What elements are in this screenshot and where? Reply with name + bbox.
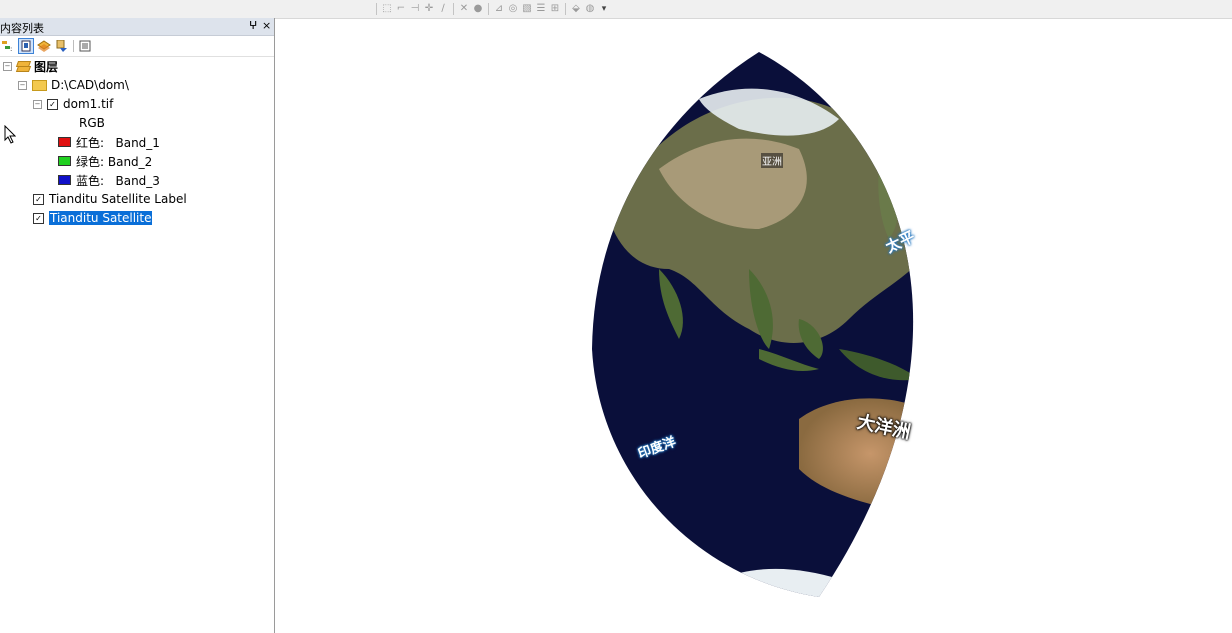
validate-icon[interactable]: ▧ <box>521 3 533 15</box>
list-by-selection-icon[interactable] <box>54 38 70 54</box>
snapping-icon[interactable]: ⬙ <box>570 3 582 15</box>
toolbar-separator <box>376 3 377 15</box>
attributes-icon[interactable]: ✕ <box>458 3 470 15</box>
tree-layer-satellite-label[interactable]: ✓ Tianditu Satellite Label <box>33 190 187 208</box>
layer-label: dom1.tif <box>63 97 114 111</box>
tree-root-layers[interactable]: − 图层 <box>3 57 58 75</box>
tree-layer-satellite[interactable]: ✓ Tianditu Satellite <box>33 209 153 227</box>
create-features-icon[interactable]: ⊿ <box>493 3 505 15</box>
layers-icon <box>17 61 29 71</box>
panel-title: 内容列表 <box>0 22 44 35</box>
table-of-contents-panel: 内容列表 ⵖ × : − 图层 − D:\CAD\dom\ − ✓ dom1.t… <box>0 18 275 633</box>
legend-composite: RGB <box>79 114 105 132</box>
map-view[interactable]: 亚洲 太平 印度洋 大洋洲 <box>279 19 1232 633</box>
toolbar-separator <box>453 3 454 15</box>
mouse-cursor-icon <box>4 125 16 144</box>
top-toolbar: ⬚ ⌐ ⊣ ✛ ∕ ✕ ● ⊿ ◎ ▧ ☰ ⊞ ⬙ ◍ ▾ <box>0 0 1232 19</box>
reshape-icon[interactable]: ⌐ <box>395 3 407 15</box>
table-icon[interactable]: ☰ <box>535 3 547 15</box>
folder-label: D:\CAD\dom\ <box>51 78 129 92</box>
blue-swatch <box>58 175 71 185</box>
legend-band-blue: 蓝色: Band_3 <box>58 171 160 189</box>
collapse-icon[interactable]: − <box>18 80 27 90</box>
close-icon[interactable]: × <box>262 19 271 32</box>
toolbar-separator <box>73 40 74 52</box>
layer-visibility-checkbox[interactable]: ✓ <box>33 193 44 205</box>
folder-icon <box>32 79 47 91</box>
options-icon[interactable]: ◍ <box>584 3 596 15</box>
tree-folder-item[interactable]: − D:\CAD\dom\ <box>18 76 129 94</box>
legend-band-red: 红色: Band_1 <box>58 133 160 151</box>
red-swatch <box>58 137 71 147</box>
band-label: 红色: Band_1 <box>76 135 160 150</box>
toc-toolbar: : <box>0 36 274 57</box>
svg-text::: : <box>10 45 12 52</box>
satellite-globe-image <box>592 52 914 597</box>
green-swatch <box>58 156 71 166</box>
composite-label: RGB <box>79 116 105 130</box>
cut-polygon-icon[interactable]: ⊣ <box>409 3 421 15</box>
layer-visibility-checkbox[interactable]: ✓ <box>33 212 44 224</box>
editor-tools: ⬚ ⌐ ⊣ ✛ ∕ ✕ ● ⊿ ◎ ▧ ☰ ⊞ ⬙ ◍ ▾ <box>374 1 610 17</box>
map-label-asia: 亚洲 <box>761 153 783 168</box>
layer-visibility-checkbox[interactable]: ✓ <box>47 98 58 110</box>
toolbar-overflow-icon[interactable]: ▾ <box>598 3 610 15</box>
layer-label: Tianditu Satellite Label <box>49 192 187 206</box>
legend-band-green: 绿色: Band_2 <box>58 152 152 170</box>
toolbar-separator <box>488 3 489 15</box>
collapse-icon[interactable]: − <box>3 61 12 71</box>
tree-layer-dom1[interactable]: − ✓ dom1.tif <box>33 95 113 113</box>
topology-icon[interactable]: ◎ <box>507 3 519 15</box>
list-by-drawing-order-icon[interactable]: : <box>1 38 17 54</box>
layer-label: Tianditu Satellite <box>49 211 153 225</box>
collapse-icon[interactable]: − <box>33 99 42 109</box>
pin-icon[interactable]: ⵖ <box>249 19 257 32</box>
root-label: 图层 <box>34 59 59 74</box>
options-list-icon[interactable] <box>77 38 93 54</box>
rotate-icon[interactable]: ∕ <box>437 3 449 15</box>
band-label: 绿色: Band_2 <box>76 154 153 169</box>
list-by-visibility-icon[interactable] <box>36 38 52 54</box>
list-by-source-icon[interactable] <box>18 38 34 54</box>
toolbar-separator <box>565 3 566 15</box>
band-label: 蓝色: Band_3 <box>76 173 160 188</box>
sketch-properties-icon[interactable]: ● <box>472 3 484 15</box>
split-icon[interactable]: ✛ <box>423 3 435 15</box>
panel-title-bar: 内容列表 ⵖ × <box>0 18 274 36</box>
grid-icon[interactable]: ⊞ <box>549 3 561 15</box>
edit-vertices-icon[interactable]: ⬚ <box>381 3 393 15</box>
